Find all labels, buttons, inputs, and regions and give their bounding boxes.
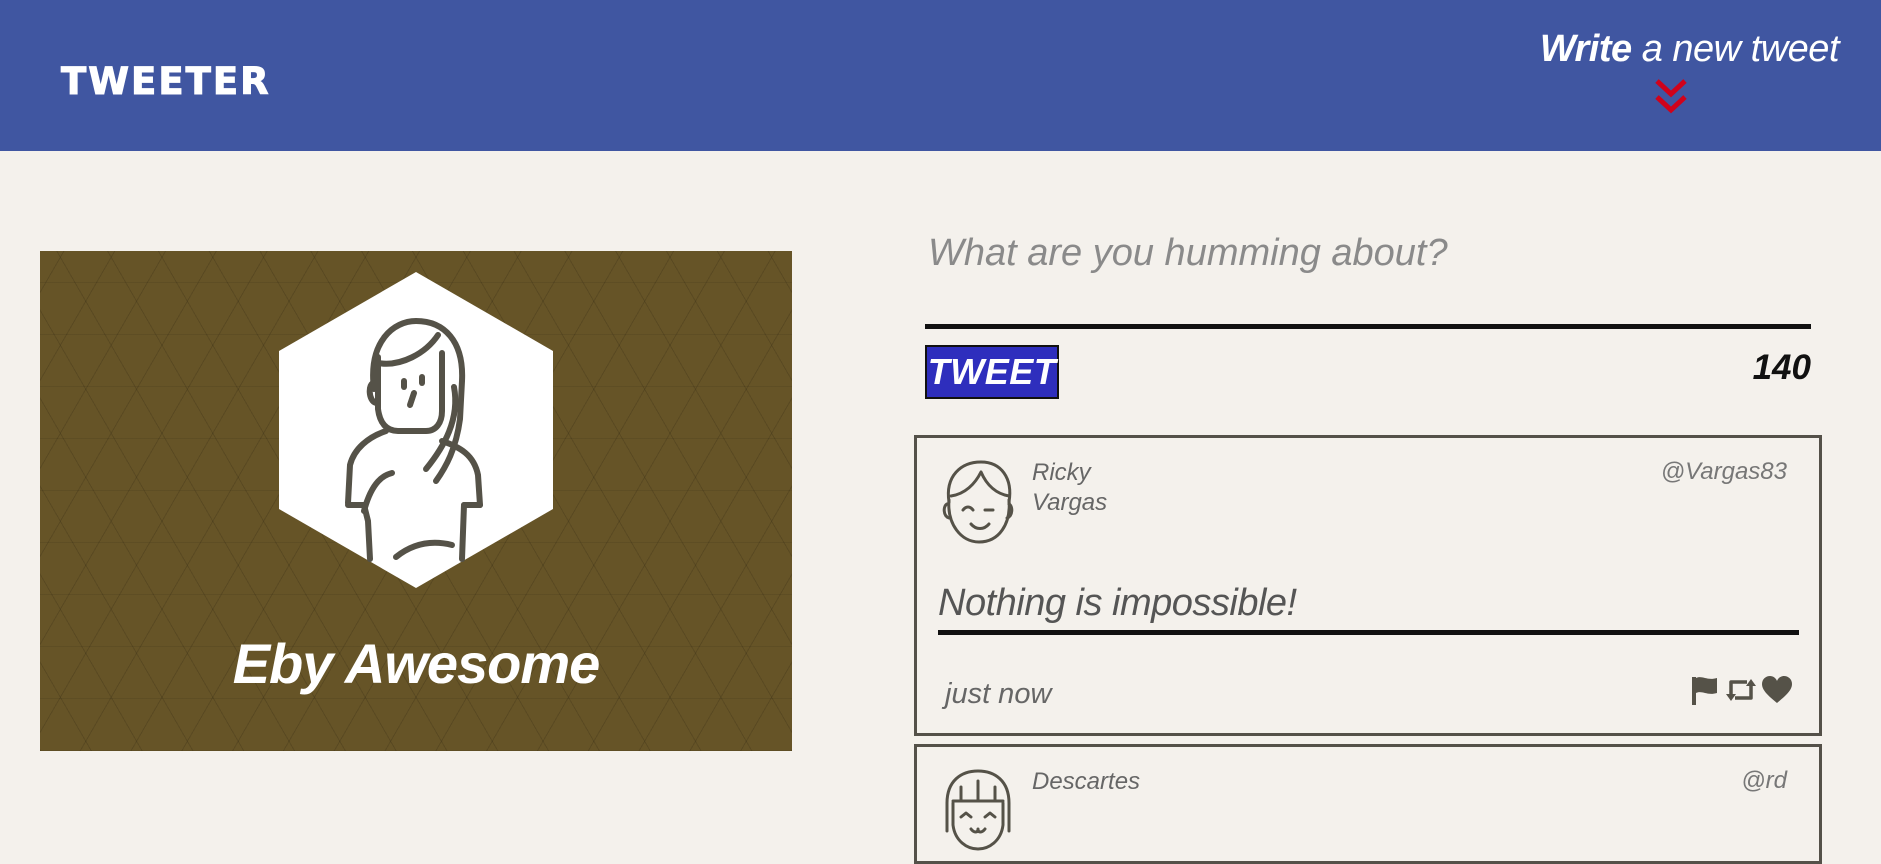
char-counter: 140 — [1752, 348, 1811, 387]
female-avatar-icon — [945, 769, 1011, 851]
flag-icon[interactable] — [1689, 674, 1721, 706]
retweet-icon[interactable] — [1725, 674, 1757, 706]
tweet-divider — [938, 630, 1799, 635]
tweet-input[interactable] — [925, 220, 1811, 320]
tweet-timestamp: just now — [945, 678, 1052, 710]
write-new-tweet-label: Write a new tweet — [1519, 28, 1840, 71]
profile-name: Eby Awesome — [232, 632, 601, 695]
tweet-card: Descartes @rd — [914, 744, 1822, 864]
heart-icon[interactable] — [1761, 674, 1793, 706]
tweet-author-handle: @Vargas83 — [1660, 458, 1787, 485]
write-label-rest: a new tweet — [1631, 28, 1840, 70]
tweet-author-name: Ricky Vargas — [1032, 459, 1108, 516]
tweet-author-handle: @rd — [1741, 767, 1787, 794]
tweet-actions — [1689, 674, 1793, 706]
write-label-strong: Write — [1539, 28, 1632, 70]
tweet-content: Nothing is impossible! — [938, 582, 1297, 624]
tweet-composer: TWEET 140 — [925, 220, 1811, 399]
top-navbar: TWEETER Write a new tweet — [0, 0, 1881, 151]
tweet-author-name: Descartes — [1032, 768, 1141, 795]
female-avatar-icon — [279, 272, 553, 588]
composer-divider — [925, 324, 1811, 329]
male-avatar-icon — [942, 460, 1014, 544]
write-new-tweet-toggle[interactable]: Write a new tweet — [1519, 28, 1840, 114]
double-chevron-down-icon[interactable] — [1652, 77, 1690, 117]
profile-card: Eby Awesome — [40, 251, 792, 751]
tweet-card: Ricky Vargas @Vargas83 Nothing is imposs… — [914, 435, 1822, 736]
app-logo[interactable]: TWEETER — [61, 60, 271, 104]
tweet-submit-button[interactable]: TWEET — [925, 345, 1059, 399]
